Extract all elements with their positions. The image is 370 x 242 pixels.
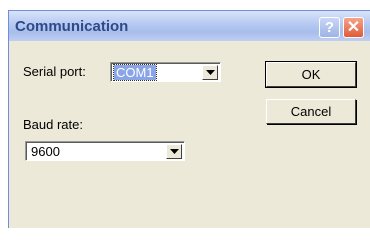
serial-port-dropdown-button[interactable] [202,65,218,80]
cancel-button[interactable]: Cancel [266,99,356,124]
dialog-title: Communication [15,18,129,35]
title-bar[interactable]: Communication ? ✕ [9,11,370,41]
baud-rate-label: Baud rate: [23,117,83,132]
baud-rate-select[interactable]: 9600 [25,141,185,161]
close-icon: ✕ [346,19,361,36]
serial-port-value: COM1 [113,64,157,81]
close-button[interactable]: ✕ [343,17,364,38]
chevron-down-icon [206,70,215,75]
baud-rate-dropdown-button[interactable] [166,144,182,159]
serial-port-label: Serial port: [23,64,86,79]
question-mark-icon: ? [324,19,335,36]
chevron-down-icon [170,149,179,154]
ok-button[interactable]: OK [265,61,357,88]
help-button[interactable]: ? [319,17,340,38]
baud-rate-value: 9600 [31,144,60,159]
serial-port-select[interactable]: COM1 [110,62,221,82]
communication-dialog: Communication ? ✕ Serial port: COM1 Baud… [8,10,370,228]
